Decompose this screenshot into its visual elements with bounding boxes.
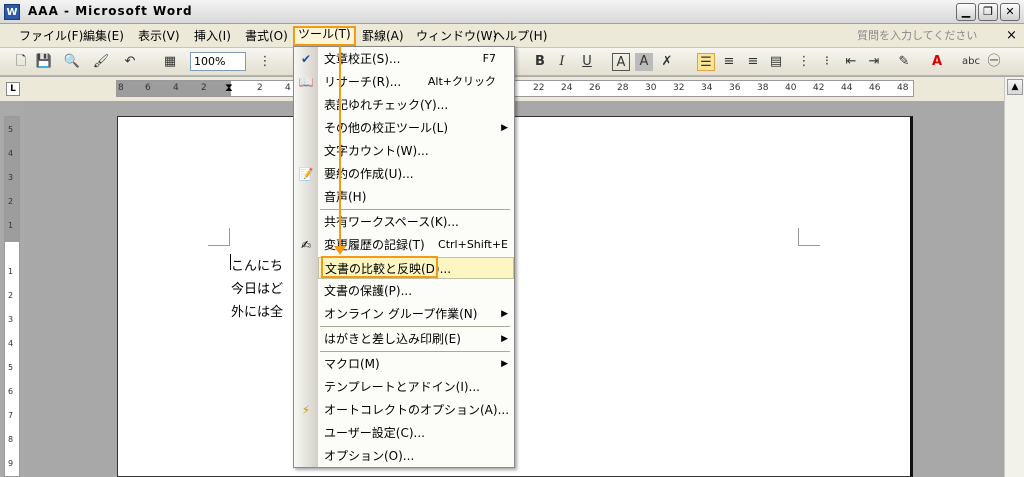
horizontal-ruler[interactable]: 8 6 4 2 2 4 22 24 26 28 30 32 34 36 38 4… <box>116 80 914 97</box>
menu-separator <box>320 351 510 352</box>
menu-item-online-collaboration[interactable]: オンライン グループ作業(N) ▶ <box>318 303 514 325</box>
menu-help[interactable]: ヘルプ(H) <box>490 28 550 45</box>
menu-item-speech[interactable]: 音声(H) <box>318 186 514 208</box>
research-icon: 📖 <box>298 75 314 89</box>
menu-item-track-changes[interactable]: 変更履歴の記録(T) Ctrl+Shift+E <box>318 234 514 256</box>
submenu-arrow-icon: ▶ <box>501 123 508 133</box>
menu-separator <box>320 209 510 210</box>
menu-item-auto-summarize[interactable]: 要約の作成(U)... <box>318 163 514 185</box>
italic-button[interactable]: I <box>553 53 571 71</box>
highlighter-icon[interactable]: ✎ <box>895 53 913 71</box>
window-title: AAA - Microsoft Word <box>28 4 193 18</box>
menu-item-notation-check[interactable]: 表記ゆれチェック(Y)... <box>318 94 514 116</box>
increase-indent-icon[interactable]: ⇥ <box>865 53 883 71</box>
menu-file[interactable]: ファイル(F) <box>16 28 86 45</box>
vertical-scrollbar[interactable]: ▲ <box>1004 77 1024 477</box>
align-center-icon[interactable]: ≡ <box>720 53 738 71</box>
menu-table[interactable]: 罫線(A) <box>359 28 407 45</box>
menu-item-shared-workspace[interactable]: 共有ワークスペース(K)... <box>318 211 514 233</box>
character-shading-button[interactable]: A <box>635 53 653 71</box>
menu-format[interactable]: 書式(O) <box>242 28 291 45</box>
document-line[interactable]: 外には全 <box>231 301 283 320</box>
document-line[interactable]: こんにち <box>231 255 283 274</box>
tab-selector[interactable]: L <box>6 82 20 96</box>
menu-tools[interactable]: ツール(T) <box>293 26 356 46</box>
distributed-icon[interactable]: ▤ <box>767 53 785 71</box>
menu-separator <box>320 326 510 327</box>
align-justify-icon[interactable]: ☰ <box>697 53 715 71</box>
close-document-icon[interactable]: × <box>1006 28 1017 43</box>
menu-item-customize[interactable]: ユーザー設定(C)... <box>318 422 514 444</box>
menu-item-templates-addins[interactable]: テンプレートとアドイン(I)... <box>318 376 514 398</box>
decrease-indent-icon[interactable]: ⇤ <box>842 53 860 71</box>
margin-corner-right <box>798 228 820 246</box>
menu-item-other-proofing[interactable]: その他の校正ツール(L) ▶ <box>318 117 514 139</box>
table-icon[interactable]: ▦ <box>161 53 179 71</box>
menu-item-spelling[interactable]: 文章校正(S)... F7 <box>318 48 514 70</box>
menu-insert[interactable]: 挿入(I) <box>191 28 234 45</box>
margin-corner-left <box>208 228 230 246</box>
submenu-arrow-icon: ▶ <box>501 359 508 369</box>
word-app-icon[interactable]: W <box>4 4 20 20</box>
help-search-input[interactable]: 質問を入力してください <box>857 28 987 45</box>
track-changes-icon: ✍ <box>300 238 312 252</box>
menu-view[interactable]: 表示(V) <box>135 28 183 45</box>
menu-edit[interactable]: 編集(E) <box>80 28 127 45</box>
minimize-button[interactable]: ▁ <box>956 3 976 21</box>
numbering-icon[interactable]: ⋮ <box>795 53 813 71</box>
undo-icon[interactable]: ↶ <box>121 53 139 71</box>
phonetic-guide-icon[interactable]: abc <box>962 53 980 71</box>
character-scale-icon[interactable]: ✗ <box>658 53 676 71</box>
menu-item-mail-merge[interactable]: はがきと差し込み印刷(E) ▶ <box>318 328 514 350</box>
submenu-arrow-icon: ▶ <box>501 334 508 344</box>
document-line[interactable]: 今日はど <box>231 278 283 297</box>
align-right-icon[interactable]: ≡ <box>744 53 762 71</box>
submenu-arrow-icon: ▶ <box>501 309 508 319</box>
menu-item-word-count[interactable]: 文字カウント(W)... <box>318 140 514 162</box>
menu-window[interactable]: ウィンドウ(W) <box>413 28 500 45</box>
zoom-select[interactable]: 100% <box>190 52 246 71</box>
character-border-button[interactable]: A <box>612 53 630 71</box>
restore-button[interactable]: ❐ <box>978 3 998 21</box>
underline-button[interactable]: U <box>578 53 596 71</box>
enclosed-character-icon[interactable]: ㊀ <box>985 53 1003 71</box>
spelling-icon: ✔ <box>300 52 312 66</box>
close-button[interactable]: ✕ <box>1000 3 1020 21</box>
format-painter-icon[interactable]: 🖌 <box>92 53 110 71</box>
menu-item-research[interactable]: リサーチ(R)... Alt+クリック <box>318 71 514 93</box>
autocorrect-icon: ⚡ <box>301 403 311 417</box>
scroll-up-icon[interactable]: ▲ <box>1007 79 1023 95</box>
menu-item-macro[interactable]: マクロ(M) ▶ <box>318 353 514 375</box>
menu-item-autocorrect-options[interactable]: オートコレクトのオプション(A)... <box>318 399 514 421</box>
font-color-icon[interactable]: A <box>928 53 946 71</box>
bullets-icon[interactable]: ⁝ <box>818 53 836 71</box>
toolbar-options-icon[interactable]: ⋮ <box>256 53 274 71</box>
annotation-arrow-head-icon <box>334 246 346 255</box>
save-icon[interactable]: 💾 <box>35 53 53 71</box>
title-bar: W AAA - Microsoft Word ▁ ❐ ✕ <box>0 0 1024 24</box>
vertical-ruler[interactable]: 5 4 3 2 1 1 2 3 4 5 6 7 8 9 <box>4 116 20 477</box>
bold-button[interactable]: B <box>531 53 549 71</box>
annotation-arrow-line <box>339 45 341 250</box>
menu-item-protect-document[interactable]: 文書の保護(P)... <box>318 280 514 302</box>
menu-item-options[interactable]: オプション(O)... <box>318 445 514 467</box>
print-preview-icon[interactable]: 🔍 <box>63 53 81 71</box>
annotation-highlight-box <box>321 256 438 278</box>
indent-marker-icon[interactable]: ⧗ <box>225 81 233 95</box>
menu-bar: ファイル(F) 編集(E) 表示(V) 挿入(I) 書式(O) ツール(T) 罫… <box>0 24 1024 48</box>
summary-icon: 📝 <box>298 167 314 181</box>
new-document-icon[interactable]: 🗋 <box>12 53 30 71</box>
